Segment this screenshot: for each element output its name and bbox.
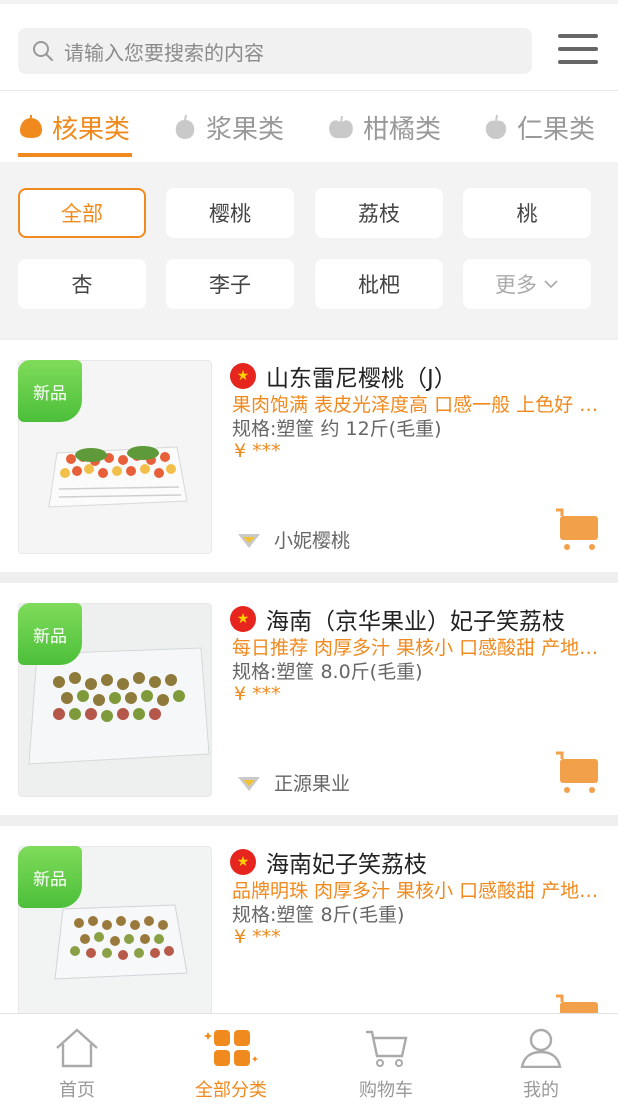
nav-all-categories[interactable]: 全部分类 [154,1014,308,1106]
nav-label: 首页 [59,1080,95,1101]
currency-symbol: ¥ [234,926,247,948]
seller-name: 正源果业 [274,773,351,795]
china-flag-icon: ★ [230,363,256,389]
tab-citrus[interactable]: 柑橘类 [327,91,441,163]
search-placeholder: 请输入您要搜索的内容 [64,40,264,65]
new-badge: 新品 [18,846,82,908]
home-icon [56,1028,98,1068]
price-value: *** [252,926,281,948]
chevron-down-icon [544,280,558,289]
currency-symbol: ¥ [234,683,247,705]
tab-label: 核果类 [52,114,131,145]
top-bar: 请输入您要搜索的内容 [0,0,618,90]
tab-hegolei[interactable]: 核果类 [18,91,133,163]
product-price: ¥ *** [234,683,281,705]
user-icon [520,1028,562,1068]
product-title[interactable]: 山东雷尼樱桃（J） [266,359,457,393]
filter-lychee[interactable]: 荔枝 [315,188,443,238]
seller-link[interactable]: 小妮樱桃 [236,526,350,553]
add-to-cart-button[interactable] [554,508,600,552]
product-card[interactable]: 新品 ★ 山东雷尼樱桃（J） 果肉饱满 表皮光泽度高 口感一般 上色好 产地直供… [0,340,618,572]
menu-icon [558,34,598,38]
nav-mine[interactable]: 我的 [464,1014,618,1106]
add-to-cart-button[interactable] [554,751,600,795]
filter-cherry[interactable]: 樱桃 [166,188,294,238]
nav-label: 购物车 [359,1080,413,1101]
stone-fruit-icon [20,115,42,138]
tab-berry[interactable]: 浆果类 [172,91,284,163]
china-flag-icon: ★ [230,606,256,632]
cart-icon [366,1030,408,1067]
citrus-icon [329,115,353,139]
tab-pome[interactable]: 仁果类 [483,91,595,163]
tab-label: 柑橘类 [363,114,442,145]
nav-label: 全部分类 [195,1080,267,1101]
filter-peach[interactable]: 桃 [463,188,591,238]
vip-diamond-icon [238,776,260,791]
filter-plum[interactable]: 李子 [166,259,294,309]
category-grid-icon [203,1030,258,1066]
currency-symbol: ¥ [234,440,247,462]
new-badge: 新品 [18,603,82,665]
apple-icon [485,114,507,139]
nav-label: 我的 [523,1080,559,1101]
filter-loquat[interactable]: 枇杷 [315,259,443,309]
tab-active-indicator [18,153,133,157]
product-spec: 规格:塑筐 8斤(毛重) [232,904,405,926]
menu-button[interactable] [558,34,600,68]
search-icon [33,41,53,61]
china-flag-icon: ★ [230,849,256,875]
product-description: 品牌明珠 肉厚多汁 果核小 口感酸甜 产地直发 [232,880,600,902]
filter-more-button[interactable]: 更多 [463,259,591,309]
berry-icon [175,114,195,139]
filter-all[interactable]: 全部 [18,188,146,238]
price-value: *** [252,440,281,462]
nav-cart[interactable]: 购物车 [309,1014,463,1106]
product-spec: 规格:塑筐 约 12斤(毛重) [232,418,442,440]
tab-label: 仁果类 [517,114,596,145]
product-card[interactable]: 新品 ★ 海南（京华果业）妃子笑荔枝 每日推荐 肉厚多汁 果核小 口感酸甜 产地… [0,583,618,815]
search-input[interactable]: 请输入您要搜索的内容 [18,28,532,74]
seller-name: 小妮樱桃 [274,530,351,552]
product-title[interactable]: 海南（京华果业）妃子笑荔枝 [266,602,565,636]
bottom-navigation: 首页 全部分类 购物车 我的 [0,1013,618,1106]
product-price: ¥ *** [234,440,281,462]
product-price: ¥ *** [234,926,281,948]
new-badge: 新品 [18,360,82,422]
category-tabs: 核果类 浆果类 柑橘类 仁果类 [0,90,618,162]
filter-apricot[interactable]: 杏 [18,259,146,309]
filter-more-label: 更多 [495,273,537,297]
nav-home[interactable]: 首页 [0,1014,154,1106]
product-description: 每日推荐 肉厚多汁 果核小 口感酸甜 产地直发 [232,637,600,659]
subcategory-filters: 全部 樱桃 荔枝 桃 杏 李子 枇杷 更多 [0,162,618,338]
price-value: *** [252,683,281,705]
vip-diamond-icon [238,533,260,548]
product-spec: 规格:塑筐 8.0斤(毛重) [232,661,423,683]
seller-link[interactable]: 正源果业 [236,769,350,796]
product-description: 果肉饱满 表皮光泽度高 口感一般 上色好 产地直供 [232,394,600,416]
tab-label: 浆果类 [206,114,285,145]
product-title[interactable]: 海南妃子笑荔枝 [266,845,427,879]
